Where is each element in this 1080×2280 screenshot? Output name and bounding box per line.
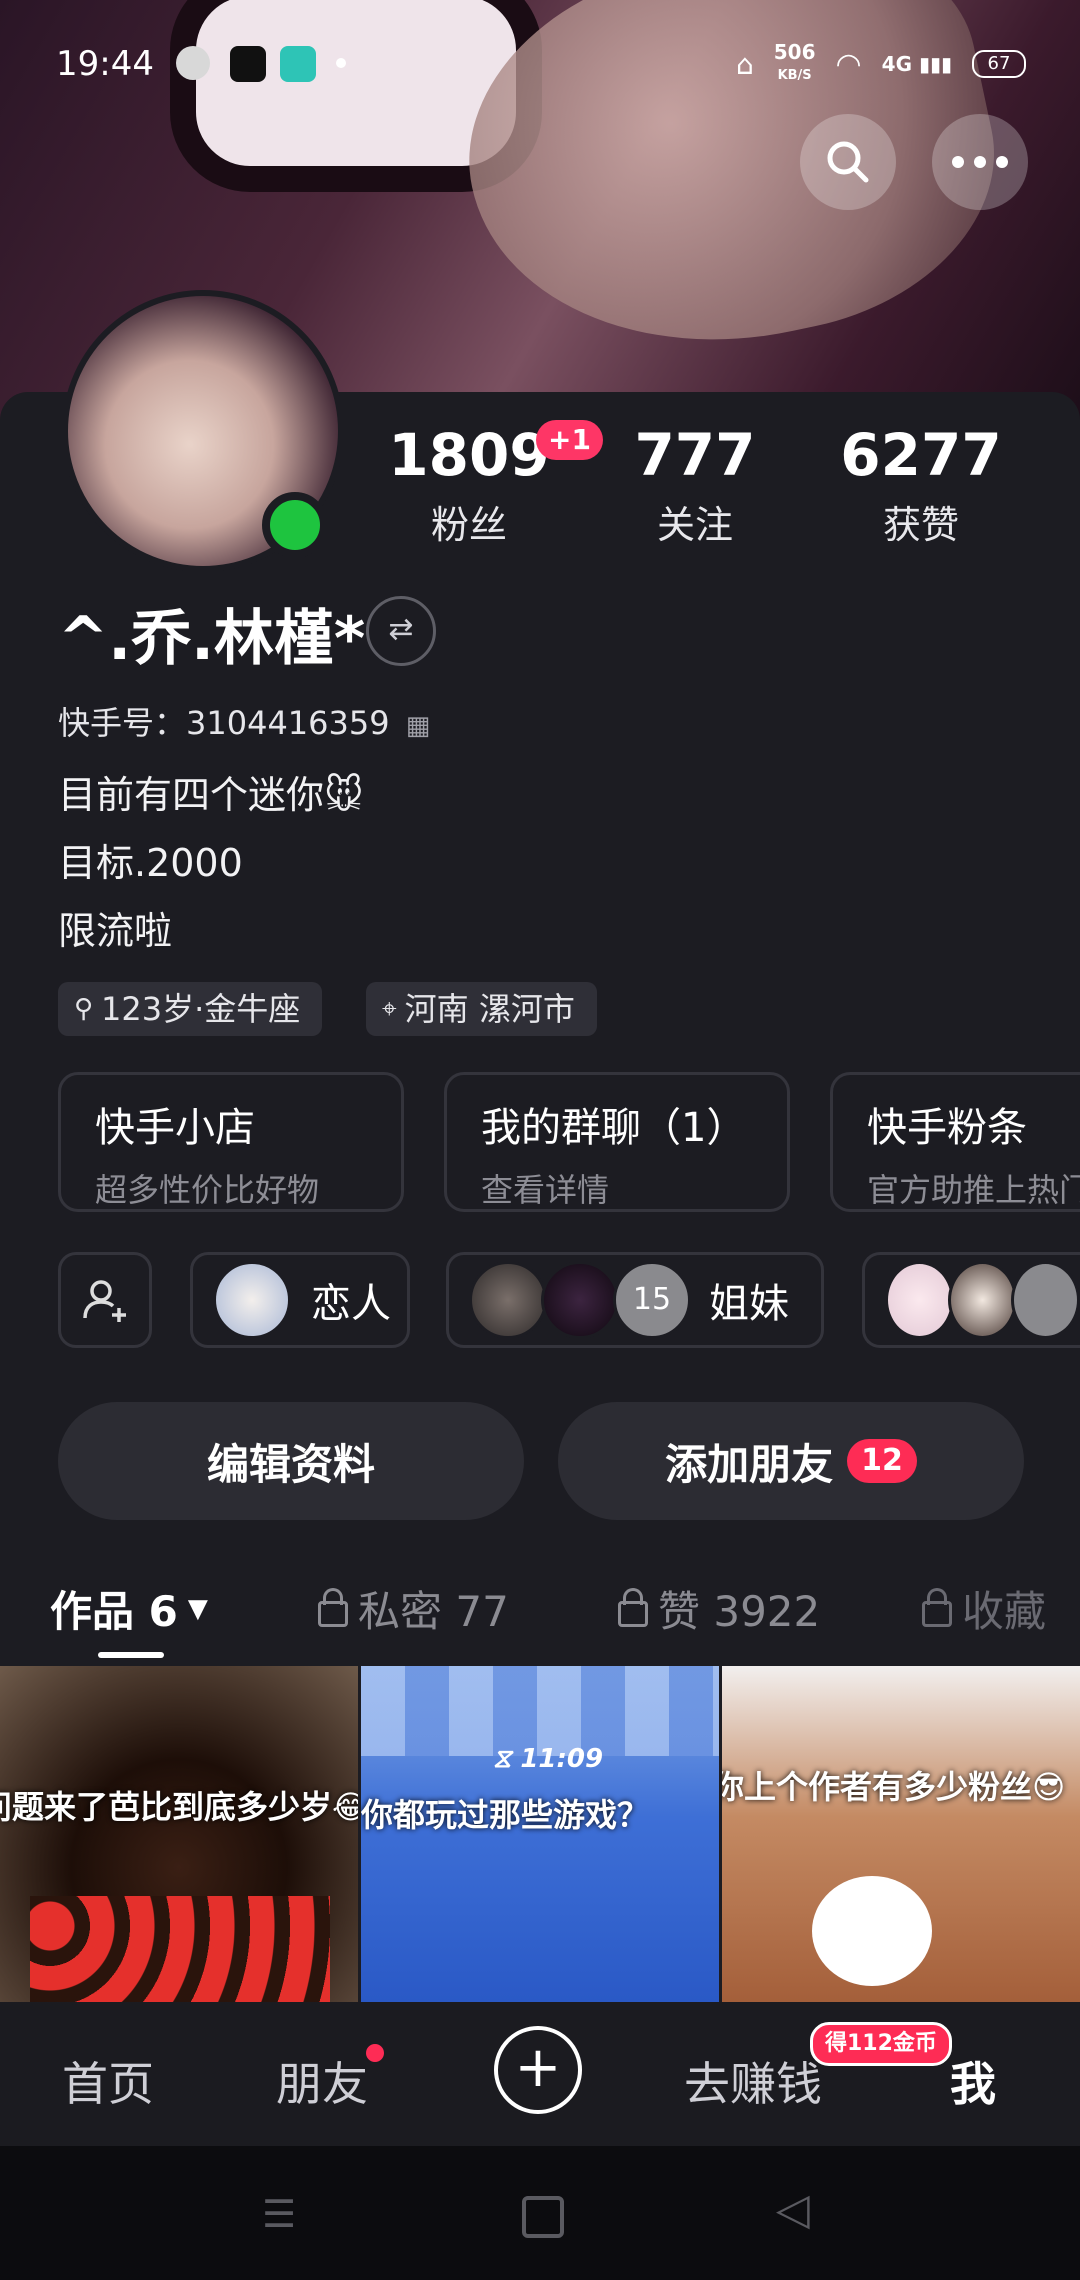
nav-me[interactable]: 我	[950, 2048, 996, 2114]
sister-avatar	[469, 1261, 547, 1339]
plus-icon: +	[514, 2035, 562, 2100]
following-count: 777	[634, 421, 756, 489]
likes-label: 获赞	[882, 503, 959, 547]
relation-avatar	[1011, 1261, 1080, 1339]
nav-home[interactable]: 首页	[62, 2048, 154, 2114]
video-thumbnail[interactable]: 问题来了芭比到底多少岁😂	[0, 1666, 358, 2002]
more-icon	[952, 156, 1008, 168]
camera-icon: ⌂	[735, 47, 754, 81]
back-icon[interactable]: ◁	[776, 2184, 810, 2235]
speed-indicator: 506 KB/S	[773, 40, 816, 83]
bottom-nav: 首页 朋友 + 去赚钱 得112金币 我	[0, 2002, 1080, 2146]
more-button[interactable]	[932, 114, 1028, 210]
wifi-icon: ◠	[835, 46, 862, 82]
location-pin-icon: ⌖	[382, 994, 397, 1024]
tab-private[interactable]: 私密 77	[318, 1578, 509, 1639]
followers-count: 1809	[388, 421, 550, 489]
sisters-count: 15	[613, 1261, 691, 1339]
sisters-chip[interactable]: 15 姐妹	[446, 1252, 824, 1348]
relation-avatar	[948, 1261, 1017, 1339]
bio-line: 目前有四个迷你🐭	[58, 773, 364, 817]
location-tag[interactable]: ⌖ 河南 漯河市	[366, 982, 597, 1036]
video-duration: ⧖ 11:09	[493, 1744, 604, 1774]
add-relation-button[interactable]	[58, 1252, 152, 1348]
video-thumbnail[interactable]: 你上个作者有多少粉丝😎	[722, 1666, 1080, 2002]
search-icon	[827, 141, 869, 183]
lock-icon	[618, 1587, 648, 1627]
more-relations-chip[interactable]	[862, 1252, 1080, 1348]
video-thumbnail[interactable]: ⧖ 11:09 你都玩过那些游戏？	[361, 1666, 719, 2002]
following-stat[interactable]: 777 关注	[600, 420, 790, 549]
online-status-icon	[262, 492, 328, 558]
sister-avatar	[541, 1261, 619, 1339]
signal-icon: 4G ▮▮▮	[881, 52, 952, 76]
tab-favorites[interactable]: 收藏	[922, 1578, 1046, 1639]
tab-indicator	[98, 1652, 164, 1658]
switch-account-button[interactable]: ⇄	[366, 596, 436, 666]
nav-friends[interactable]: 朋友	[276, 2048, 368, 2114]
group-chat-card[interactable]: 我的群聊（1） 查看详情	[444, 1072, 790, 1212]
kuaishou-id[interactable]: 快手号：3104416359 ▦	[58, 698, 430, 744]
status-bar: 19:44 ⌂ 506 KB/S ◠ 4G ▮▮▮ 67	[0, 0, 1080, 130]
douyin-icon	[230, 46, 266, 82]
add-friend-button[interactable]: 添加朋友 12	[558, 1402, 1024, 1520]
add-friend-badge: 12	[847, 1439, 917, 1483]
menu-icon[interactable]: ☰	[262, 2192, 296, 2236]
create-button[interactable]: +	[494, 2026, 582, 2114]
lock-icon	[318, 1587, 348, 1627]
age-tag[interactable]: ⚲ 123岁·金牛座	[58, 982, 323, 1036]
earn-badge: 得112金币	[810, 2022, 952, 2066]
edit-profile-button[interactable]: 编辑资料	[58, 1402, 524, 1520]
lover-chip[interactable]: 恋人	[190, 1252, 410, 1348]
battery-icon: 67	[972, 50, 1026, 78]
app-icon	[280, 46, 316, 82]
lover-avatar	[213, 1261, 291, 1339]
profile-name: ^.乔.林槿*	[58, 604, 366, 674]
new-followers-badge: +1	[536, 420, 603, 460]
followers-label: 粉丝	[430, 503, 507, 547]
tab-liked[interactable]: 赞 3922	[618, 1578, 820, 1639]
lock-icon	[922, 1587, 952, 1627]
shop-card[interactable]: 快手小店 超多性价比好物	[58, 1072, 404, 1212]
zodiac-icon: ⚲	[74, 994, 94, 1024]
status-time: 19:44	[56, 44, 154, 84]
following-label: 关注	[656, 503, 733, 547]
bio-line: 目标.2000	[58, 841, 243, 885]
promotion-card[interactable]: 快手粉条 官方助推上热门	[830, 1072, 1080, 1212]
search-button[interactable]	[800, 114, 896, 210]
notification-dot-icon	[336, 58, 346, 68]
bio-line: 限流啦	[58, 909, 173, 953]
likes-count: 6277	[840, 421, 1002, 489]
likes-stat[interactable]: 6277 获赞	[826, 420, 1016, 549]
friends-dot	[366, 2044, 384, 2062]
strawberry-image	[30, 1896, 330, 2002]
tab-works[interactable]: 作品 6 ▼	[50, 1578, 208, 1639]
swap-icon: ⇄	[388, 612, 414, 647]
nav-earn[interactable]: 去赚钱	[684, 2048, 822, 2114]
add-user-icon	[83, 1280, 126, 1322]
relation-avatar	[885, 1261, 954, 1339]
qr-code-icon[interactable]: ▦	[406, 711, 431, 741]
wechat-icon	[176, 46, 210, 80]
caret-down-icon: ▼	[187, 1593, 208, 1624]
home-icon[interactable]	[522, 2196, 564, 2238]
system-nav-bar: ☰ ◁	[0, 2146, 1080, 2280]
